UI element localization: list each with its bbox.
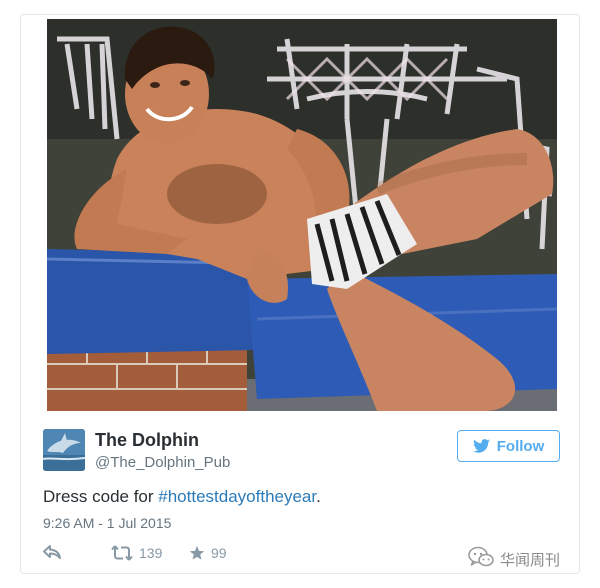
star-icon	[189, 545, 205, 561]
author-name[interactable]: The Dolphin	[95, 430, 199, 451]
dolphin-avatar-image	[43, 429, 85, 471]
wechat-icon	[468, 546, 494, 572]
hashtag-link[interactable]: #hottestdayoftheyear	[158, 487, 316, 506]
reply-button[interactable]	[43, 545, 61, 559]
watermark: 华闻周刊	[468, 546, 560, 572]
like-count: 99	[211, 545, 227, 561]
retweet-count: 139	[139, 545, 163, 561]
reply-icon	[43, 545, 61, 559]
tweet-text-suffix: .	[316, 487, 321, 506]
tweet-author[interactable]: The Dolphin @The_Dolphin_Pub	[43, 429, 423, 473]
twitter-bird-icon	[472, 439, 490, 453]
tweet-photo-image	[47, 19, 557, 411]
retweet-button[interactable]: 139	[111, 545, 162, 561]
tweet-card: The Dolphin @The_Dolphin_Pub Follow Dres…	[20, 14, 580, 574]
watermark-text: 华闻周刊	[500, 551, 561, 569]
author-avatar[interactable]	[43, 429, 85, 471]
follow-label: Follow	[496, 437, 545, 455]
author-handle[interactable]: @The_Dolphin_Pub	[95, 454, 230, 471]
follow-button[interactable]: Follow	[457, 430, 560, 462]
like-button[interactable]: 99	[189, 545, 227, 561]
tweet-actions: 139 99	[43, 545, 343, 567]
tweet-timestamp[interactable]: 9:26 AM - 1 Jul 2015	[43, 515, 171, 531]
tweet-text-prefix: Dress code for	[43, 487, 159, 506]
tweet-text: Dress code for #hottestdayoftheyear.	[43, 487, 321, 507]
retweet-icon	[111, 545, 133, 561]
tweet-photo[interactable]	[47, 19, 557, 411]
